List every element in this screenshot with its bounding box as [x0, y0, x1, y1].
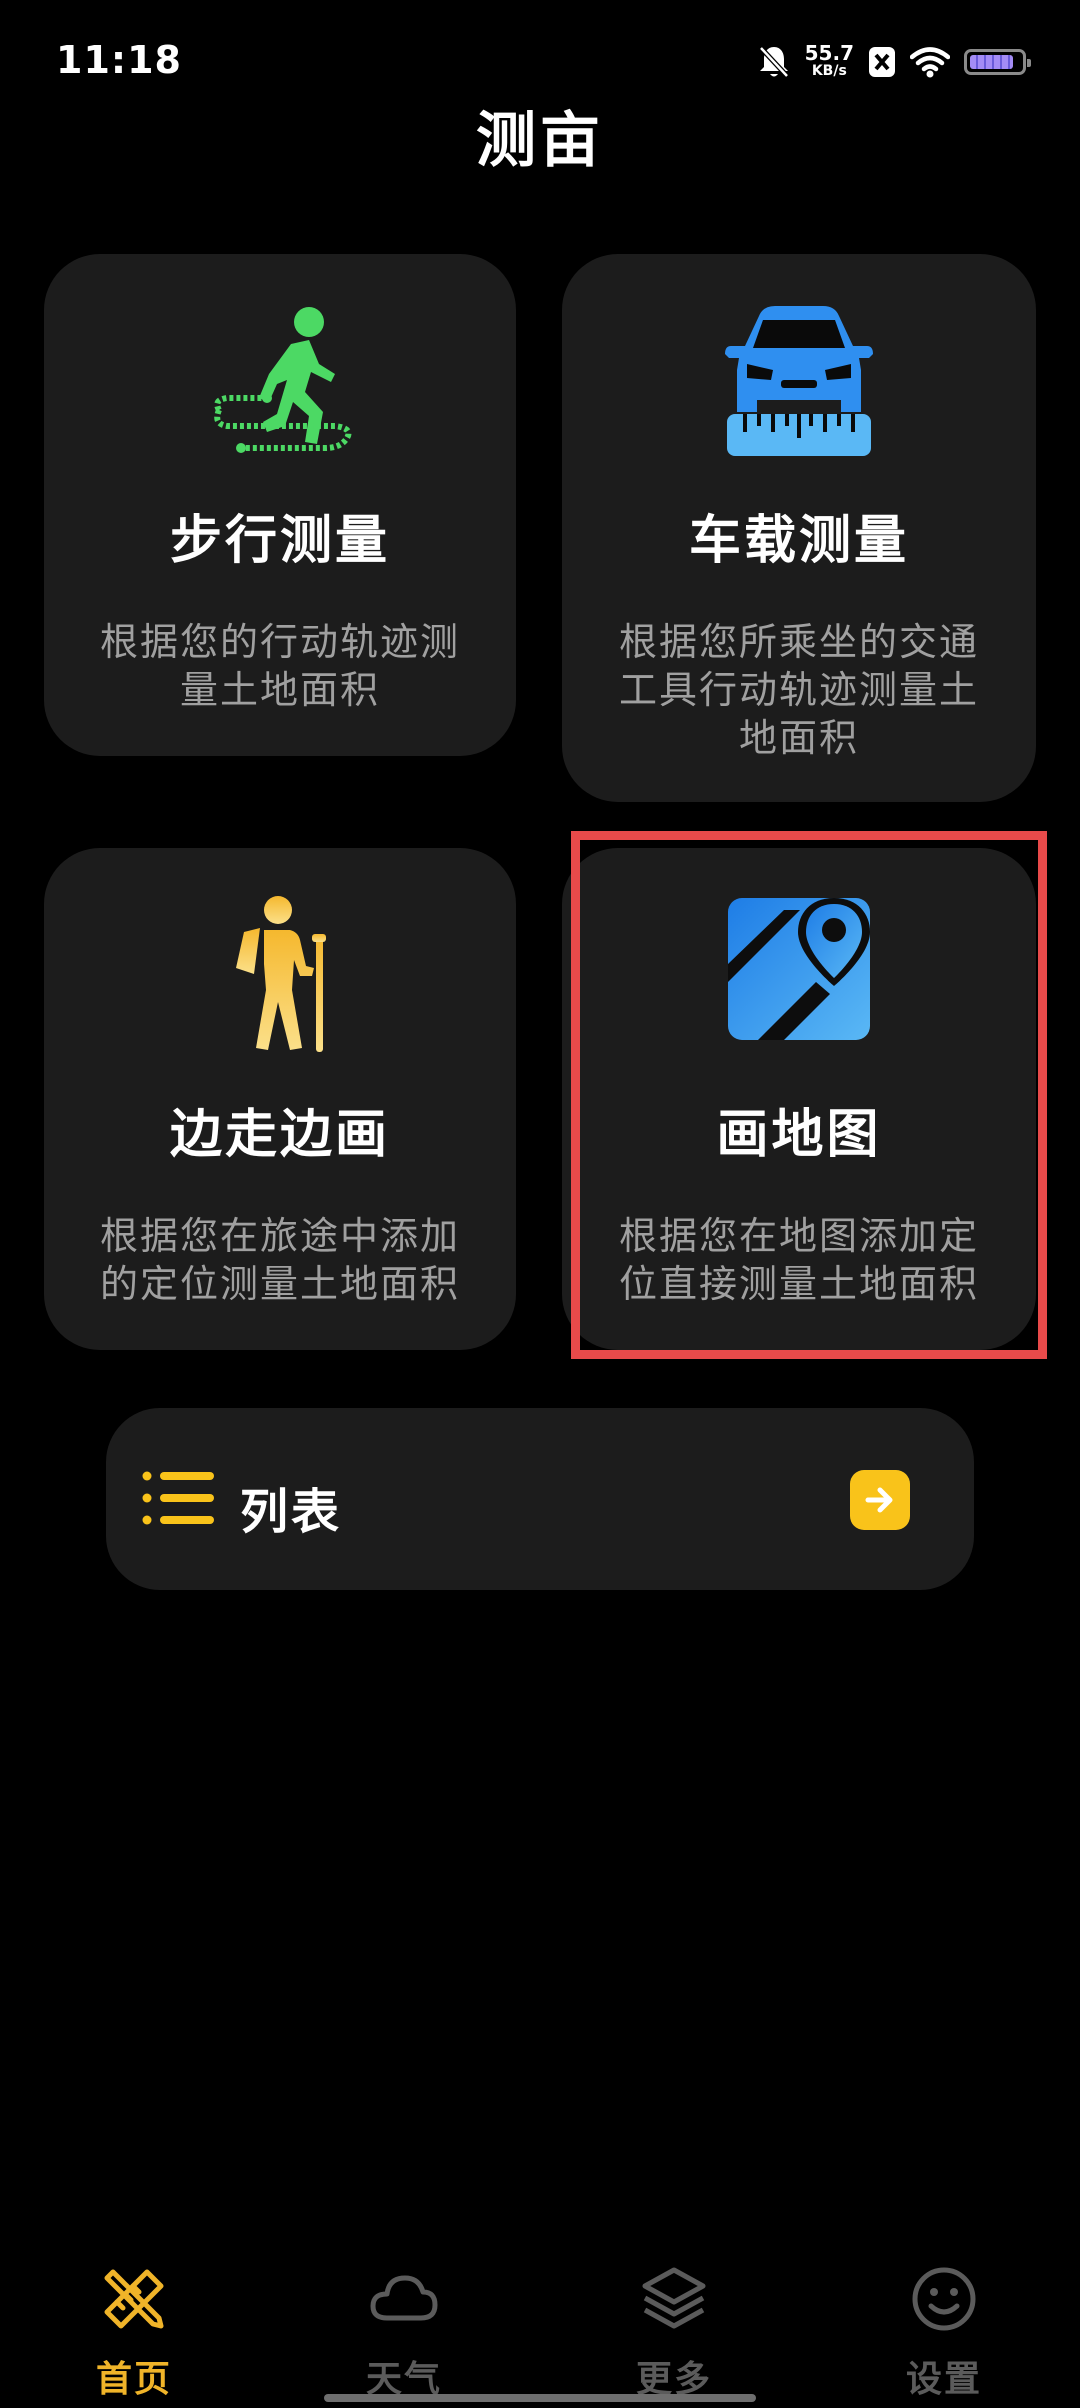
card-walk-measure[interactable]: 步行测量 根据您的行动轨迹测量土地面积: [44, 254, 516, 756]
hiker-icon: [236, 896, 326, 1052]
nav-label: 设置: [905, 2359, 982, 2400]
list-arrow-button[interactable]: [850, 1470, 910, 1530]
card-title: 步行测量: [169, 511, 390, 571]
list-button[interactable]: 列表: [106, 1408, 974, 1590]
nav-settings[interactable]: 设置: [864, 2264, 1024, 2402]
net-speed-unit: KB/s: [811, 63, 847, 79]
bell-off-icon: [758, 46, 789, 78]
list-label: 列表: [240, 1484, 343, 1540]
card-desc: 根据您所乘坐的交通工具行动轨迹测量土地面积: [618, 620, 979, 760]
nav-weather[interactable]: 天气: [324, 2264, 484, 2402]
walking-person-icon: [214, 307, 352, 453]
nav-more[interactable]: 更多: [594, 2264, 754, 2402]
pencil-ruler-icon: [104, 2269, 164, 2329]
list-icon: [142, 1471, 214, 1525]
smiley-icon: [912, 2267, 976, 2331]
app-screen: 11:18 55.7 KB/s 测亩 步行测量 根据您的行动轨迹测量土地面积 车…: [0, 0, 1080, 2408]
app-badge-icon: [869, 47, 895, 77]
arrow-right-icon: [865, 1487, 893, 1513]
car-ruler-icon: [725, 306, 873, 456]
bottom-nav: 首页 天气 更多 设置: [0, 2244, 1080, 2400]
nav-home[interactable]: 首页: [54, 2264, 214, 2402]
card-car-measure[interactable]: 车载测量 根据您所乘坐的交通工具行动轨迹测量土地面积: [562, 254, 1036, 802]
home-indicator[interactable]: [324, 2394, 756, 2402]
nav-label: 首页: [95, 2359, 172, 2400]
status-time: 11:18: [56, 38, 182, 82]
layers-icon: [642, 2267, 706, 2329]
status-icons: 55.7 KB/s: [757, 40, 1031, 84]
card-title: 车载测量: [688, 511, 909, 571]
card-draw-map[interactable]: 画地图 根据您在地图添加定位直接测量土地面积: [562, 848, 1036, 1350]
battery-icon: [964, 49, 1031, 75]
cloud-icon: [370, 2275, 438, 2321]
card-walk-and-draw[interactable]: 边走边画 根据您在旅途中添加的定位测量土地面积: [44, 848, 516, 1350]
card-title: 画地图: [716, 1105, 882, 1165]
page-title: 测亩: [476, 106, 604, 176]
card-desc: 根据您在旅途中添加的定位测量土地面积: [99, 1214, 460, 1306]
battery-fill: [970, 55, 1013, 69]
card-desc: 根据您的行动轨迹测量土地面积: [99, 620, 460, 712]
wifi-icon: [910, 47, 950, 78]
map-pin-icon: [728, 898, 870, 1040]
card-desc: 根据您在地图添加定位直接测量土地面积: [618, 1214, 979, 1306]
card-title: 边走边画: [169, 1105, 390, 1165]
net-speed: 55.7 KB/s: [804, 41, 854, 80]
net-speed-value: 55.7: [804, 41, 854, 65]
